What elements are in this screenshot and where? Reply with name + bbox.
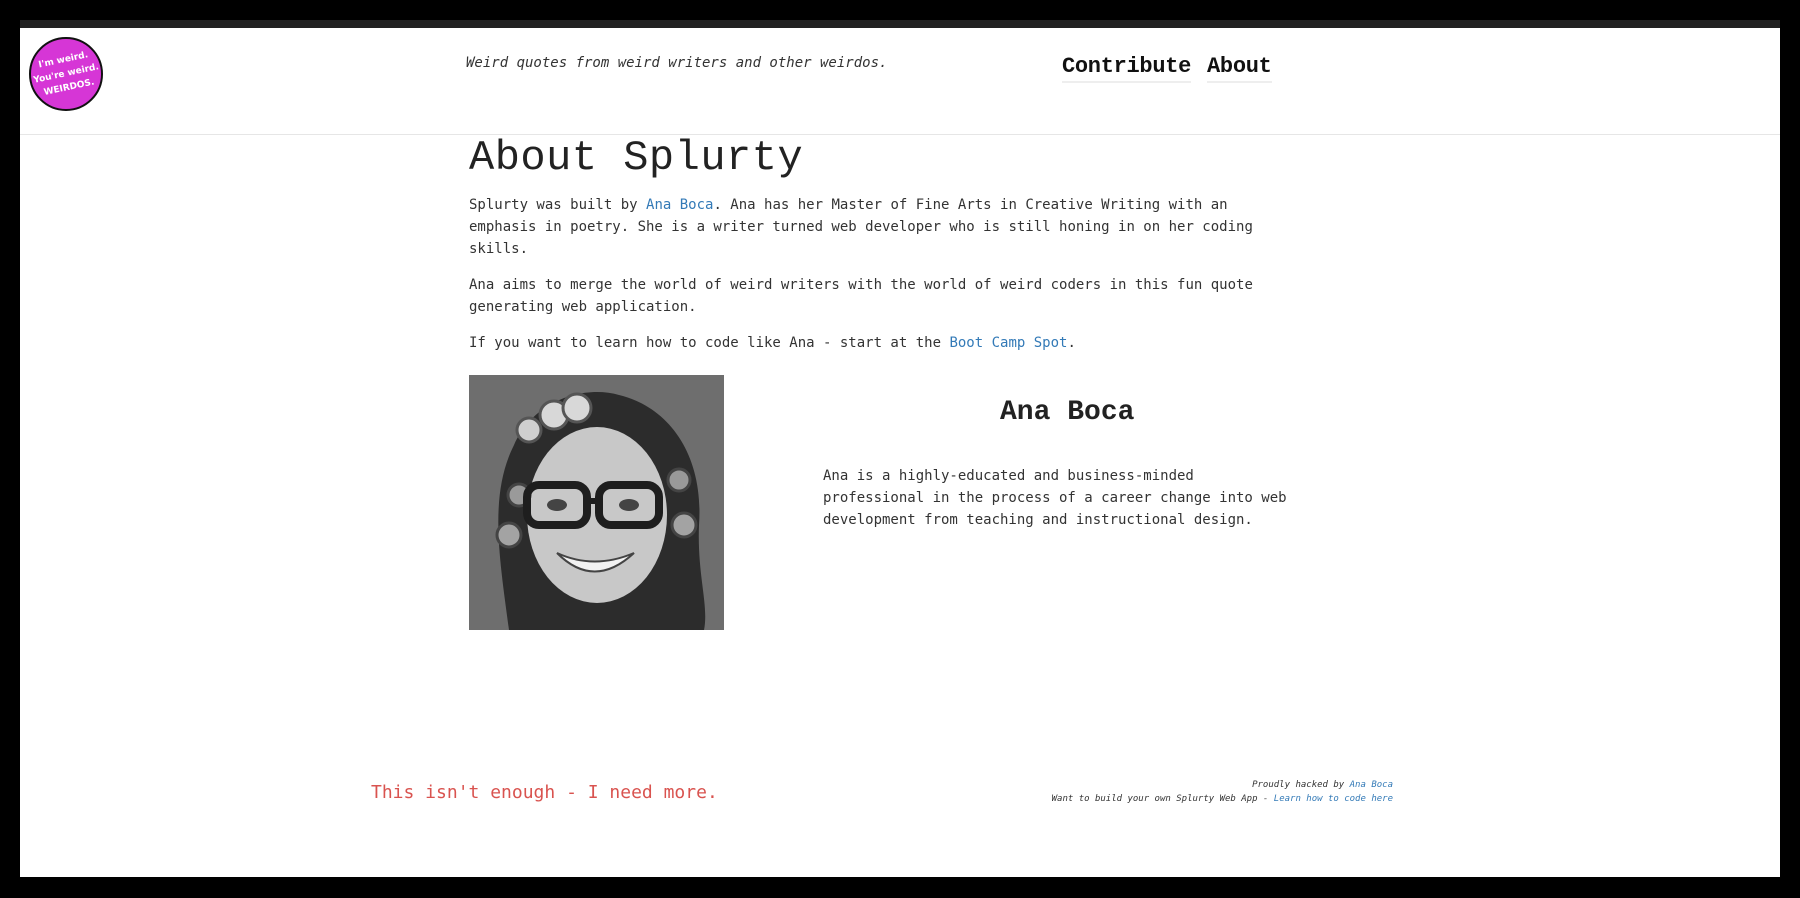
- page-title: About Splurty: [469, 134, 804, 182]
- portrait-image: [469, 375, 724, 630]
- nav-about-link[interactable]: About: [1207, 54, 1272, 83]
- about-content: About Splurty Splurty was built by Ana B…: [469, 134, 1289, 368]
- site-footer: Proudly hacked by Ana Boca Want to build…: [1000, 778, 1393, 806]
- logo-badge[interactable]: I'm weird. You're weird. WEIRDOS.: [29, 37, 103, 111]
- main-nav: Contribute About: [1062, 54, 1272, 83]
- top-bar: [20, 20, 1780, 28]
- ana-boca-link[interactable]: Ana Boca: [646, 197, 713, 213]
- about-paragraph-3: If you want to learn how to code like An…: [469, 335, 1076, 351]
- profile-photo: [469, 375, 724, 630]
- boot-camp-spot-link[interactable]: Boot Camp Spot: [949, 335, 1067, 351]
- footer-line-2: Want to build your own Splurty Web App -…: [1051, 794, 1393, 804]
- profile-bio: Ana is a highly-educated and business-mi…: [823, 468, 1287, 528]
- footer-line-1: Proudly hacked by Ana Boca: [1252, 780, 1393, 790]
- about-paragraph-1: Splurty was built by Ana Boca. Ana has h…: [469, 197, 1253, 257]
- need-more-link[interactable]: This isn't enough - I need more.: [371, 782, 718, 803]
- site-header: I'm weird. You're weird. WEIRDOS. Weird …: [20, 28, 1780, 135]
- site-tagline: Weird quotes from weird writers and othe…: [466, 55, 888, 71]
- logo-text: I'm weird. You're weird. WEIRDOS.: [32, 50, 100, 98]
- about-paragraph-2: Ana aims to merge the world of weird wri…: [469, 277, 1253, 315]
- nav-contribute-link[interactable]: Contribute: [1062, 54, 1191, 83]
- profile-name: Ana Boca: [1000, 397, 1135, 428]
- learn-to-code-link[interactable]: Learn how to code here: [1274, 794, 1393, 804]
- footer-author-link[interactable]: Ana Boca: [1350, 780, 1393, 790]
